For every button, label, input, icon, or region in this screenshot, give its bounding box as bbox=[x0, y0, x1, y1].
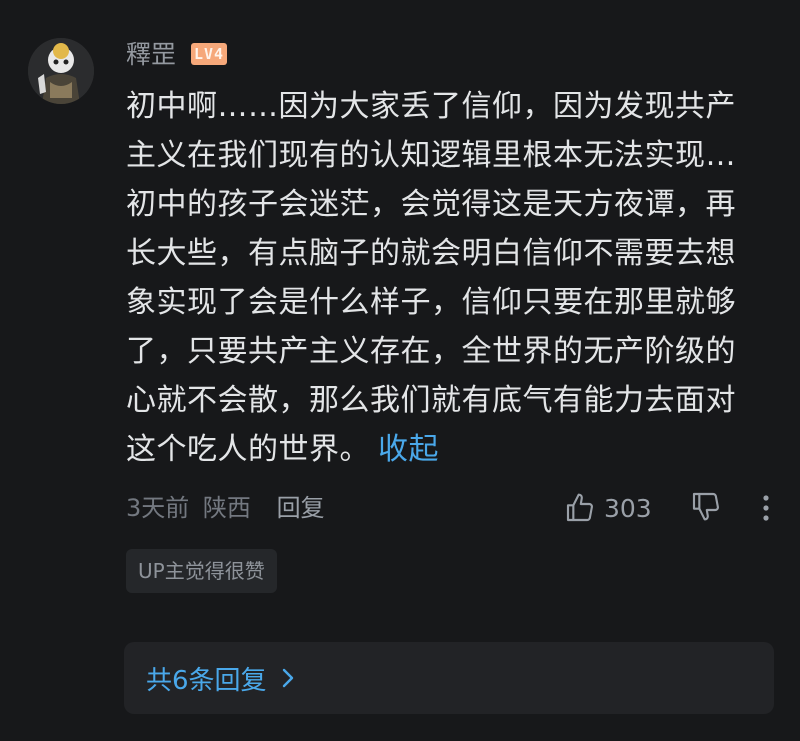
username[interactable]: 釋罡 bbox=[126, 38, 176, 72]
avatar-image bbox=[28, 38, 94, 104]
like-button[interactable]: 303 bbox=[564, 490, 652, 526]
up-liked-badge: UP主觉得很赞 bbox=[126, 549, 277, 593]
more-vertical-icon bbox=[763, 495, 769, 521]
more-button[interactable] bbox=[752, 490, 780, 526]
avatar[interactable] bbox=[28, 38, 94, 104]
dislike-button[interactable] bbox=[690, 490, 726, 526]
comment-meta: 3天前 陕西 回复 bbox=[126, 490, 331, 526]
replies-count-label: 共6条回复 bbox=[146, 665, 267, 696]
view-replies-button[interactable]: 共6条回复 bbox=[124, 642, 774, 714]
reply-button[interactable]: 回复 bbox=[277, 494, 325, 522]
comment-time: 3天前 bbox=[126, 494, 190, 522]
comment-text: 初中啊……因为大家丢了信仰，因为发现共产主义在我们现有的认知逻辑里根本无法实现…… bbox=[126, 82, 766, 474]
thumbs-up-icon bbox=[566, 493, 593, 522]
level-badge: LV4 bbox=[191, 43, 228, 65]
comment-location: 陕西 bbox=[202, 494, 251, 522]
thumbs-down-icon bbox=[692, 492, 719, 521]
like-count: 303 bbox=[604, 493, 652, 523]
chevron-right-icon bbox=[282, 668, 293, 688]
comment-text-content: 初中啊……因为大家丢了信仰，因为发现共产主义在我们现有的认知逻辑里根本无法实现…… bbox=[126, 89, 736, 467]
collapse-link[interactable]: 收起 bbox=[378, 432, 439, 467]
